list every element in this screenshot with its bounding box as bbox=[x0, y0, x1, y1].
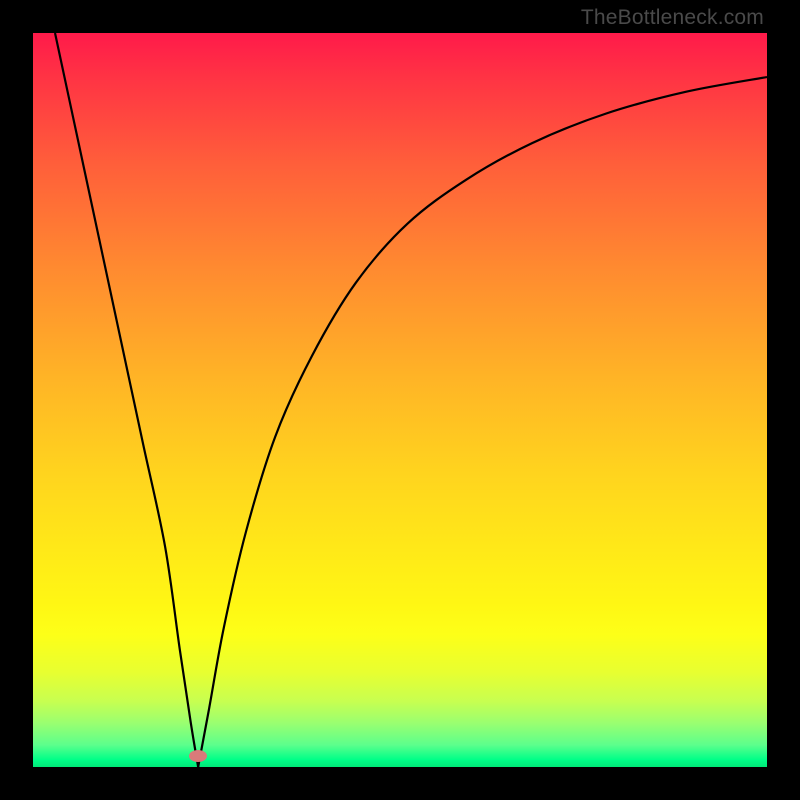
minimum-marker bbox=[189, 750, 207, 762]
watermark-text: TheBottleneck.com bbox=[581, 6, 764, 30]
chart-background-gradient bbox=[33, 33, 767, 767]
